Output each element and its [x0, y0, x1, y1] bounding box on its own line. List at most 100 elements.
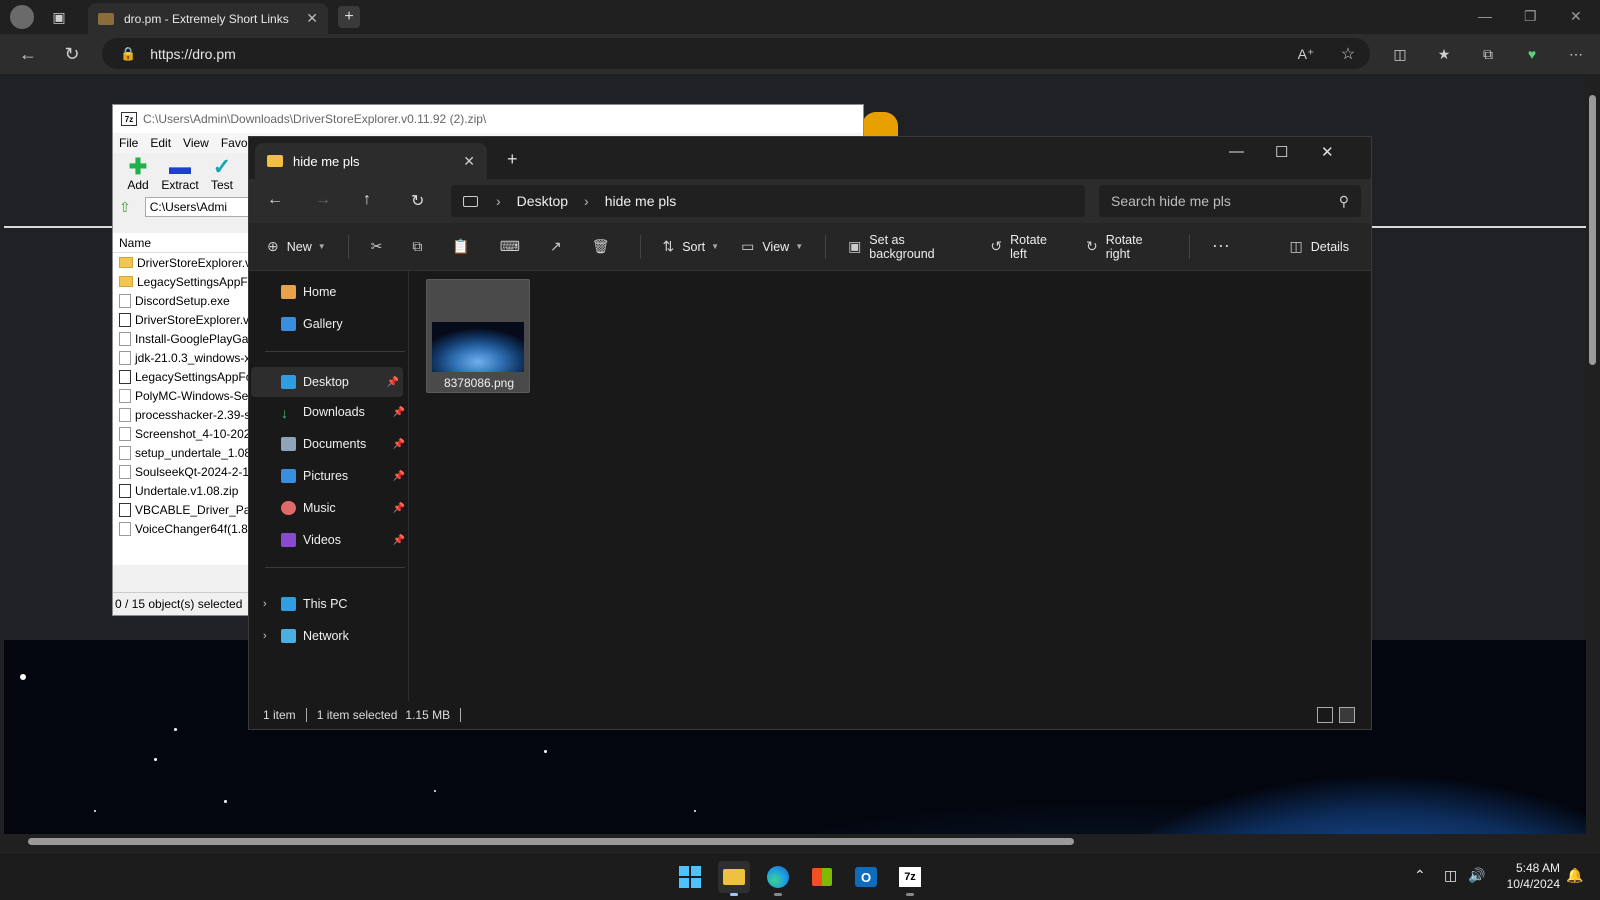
sidebar-item-downloads[interactable]: ↓ Downloads 📌 — [281, 405, 405, 421]
back-icon[interactable]: ← — [16, 42, 40, 66]
breadcrumb[interactable]: › Desktop › hide me pls — [451, 185, 1085, 217]
more-options-button[interactable]: ⋯ — [1212, 236, 1238, 257]
extract-button[interactable]: ▬ Extract — [159, 153, 201, 195]
sidebar-item-documents[interactable]: Documents 📌 — [281, 437, 405, 451]
file-item[interactable]: 8378086.png — [426, 279, 530, 393]
start-button[interactable] — [674, 861, 706, 893]
expand-chevron-icon[interactable]: › — [263, 598, 267, 610]
menu-view[interactable]: View — [183, 136, 209, 150]
sort-button[interactable]: ⇅ Sort ▼ — [662, 238, 719, 255]
search-input[interactable]: Search hide me pls ⚲ — [1099, 185, 1361, 217]
new-tab-button[interactable]: + — [507, 149, 518, 170]
new-button[interactable]: ⊕ New ▼ — [267, 238, 326, 255]
share-button[interactable]: ↗ — [550, 238, 570, 255]
refresh-icon[interactable]: ↻ — [60, 42, 84, 66]
outlook-taskbar-button[interactable]: O — [850, 861, 882, 893]
sidebar-item-pictures[interactable]: Pictures 📌 — [281, 469, 405, 483]
split-screen-icon[interactable]: ◫ — [1390, 44, 1410, 64]
sidebar-item-desktop[interactable]: Desktop 📌 — [251, 367, 403, 397]
sevenzip-title-bar[interactable]: 7z C:\Users\Admin\Downloads\DriverStoreE… — [113, 105, 863, 133]
volume-icon[interactable]: 🔊 — [1468, 867, 1485, 884]
list-item[interactable]: Screenshot_4-10-202 — [113, 424, 253, 443]
list-item[interactable]: jdk-21.0.3_windows-x — [113, 348, 253, 367]
profile-avatar[interactable] — [10, 5, 34, 29]
minimize-icon[interactable]: — — [1229, 143, 1244, 160]
read-aloud-icon[interactable]: A⁺ — [1296, 44, 1316, 64]
network-status-icon[interactable]: ◫ — [1444, 867, 1457, 884]
list-item[interactable]: setup_undertale_1.08 — [113, 443, 253, 462]
explorer-tab[interactable]: hide me pls ✕ — [255, 143, 487, 179]
new-tab-button[interactable]: + — [338, 6, 360, 28]
sevenzip-taskbar-button[interactable]: 7z — [894, 861, 926, 896]
add-button[interactable]: ✚ Add — [117, 153, 159, 195]
delete-button[interactable]: 🗑 — [592, 238, 618, 255]
list-item[interactable]: DriverStoreExplorer.v0 — [113, 253, 253, 272]
sidebar-item-this-pc[interactable]: › This PC — [263, 597, 405, 611]
list-item[interactable]: DriverStoreExplorer.v0 — [113, 310, 253, 329]
list-item[interactable]: Undertale.v1.08.zip — [113, 481, 253, 500]
back-icon[interactable]: ← — [267, 191, 283, 209]
close-tab-icon[interactable]: ✕ — [463, 153, 475, 170]
set-as-background-button[interactable]: ▣ Set as background — [848, 233, 968, 261]
pin-icon[interactable]: 📌 — [387, 377, 399, 388]
rotate-left-button[interactable]: ↺ Rotate left — [990, 233, 1064, 261]
minimize-icon[interactable]: — — [1478, 8, 1492, 24]
chevron-up-icon[interactable]: ⌃ — [1414, 867, 1426, 884]
maximize-icon[interactable]: ☐ — [1275, 143, 1288, 161]
breadcrumb-desktop[interactable]: Desktop — [517, 193, 568, 209]
paste-button[interactable]: 📋 — [452, 238, 477, 255]
copy-button[interactable]: ⧉ — [412, 238, 430, 255]
folder-up-icon[interactable]: ⇧ — [119, 199, 131, 216]
sidebar-item-home[interactable]: Home — [281, 285, 405, 299]
menu-favorites[interactable]: Favo — [221, 136, 248, 150]
list-item[interactable]: DiscordSetup.exe — [113, 291, 253, 310]
tab-actions-icon[interactable]: ▣ — [50, 8, 68, 26]
breadcrumb-current[interactable]: hide me pls — [605, 193, 677, 209]
pin-icon[interactable]: 📌 — [393, 439, 405, 450]
browser-essentials-icon[interactable]: ♥ — [1522, 44, 1542, 64]
system-clock[interactable]: 5:48 AM 10/4/2024 — [1494, 860, 1560, 892]
rename-button[interactable]: ⌨ — [500, 238, 528, 255]
list-item[interactable]: VBCABLE_Driver_Pack — [113, 500, 253, 519]
maximize-icon[interactable]: ❐ — [1524, 8, 1537, 25]
large-icons-view-icon[interactable] — [1339, 707, 1355, 723]
list-item[interactable]: PolyMC-Windows-Se — [113, 386, 253, 405]
sidebar-item-videos[interactable]: Videos 📌 — [281, 533, 405, 547]
store-taskbar-button[interactable] — [806, 861, 838, 893]
sidebar-item-network[interactable]: › Network — [263, 629, 405, 643]
pin-icon[interactable]: 📌 — [393, 471, 405, 482]
page-vertical-scroll-thumb[interactable] — [1589, 95, 1596, 365]
pin-icon[interactable]: 📌 — [393, 535, 405, 546]
menu-edit[interactable]: Edit — [150, 136, 171, 150]
sidebar-item-gallery[interactable]: Gallery — [281, 317, 405, 331]
collections-icon[interactable]: ⧉ — [1478, 44, 1498, 64]
notification-bell-icon[interactable]: 🔔 — [1566, 867, 1583, 884]
favorites-icon[interactable]: ★ — [1434, 44, 1454, 64]
address-bar[interactable]: 🔒 https://dro.pm — [102, 38, 1370, 69]
list-item[interactable]: processhacker-2.39-s — [113, 405, 253, 424]
list-item[interactable]: LegacySettingsAppFo — [113, 272, 253, 291]
browser-tab[interactable]: dro.pm - Extremely Short Links ✕ — [88, 3, 328, 34]
close-icon[interactable]: ✕ — [1321, 143, 1334, 161]
list-item[interactable]: LegacySettingsAppFo — [113, 367, 253, 386]
up-icon[interactable]: ↑ — [363, 191, 371, 209]
edge-taskbar-button[interactable] — [762, 861, 794, 896]
details-view-icon[interactable] — [1317, 707, 1333, 723]
list-item[interactable]: SoulseekQt-2024-2-1 — [113, 462, 253, 481]
view-button[interactable]: ▭ View ▼ — [741, 238, 803, 255]
more-menu-icon[interactable]: ⋯ — [1566, 44, 1586, 64]
expand-chevron-icon[interactable]: › — [263, 630, 267, 642]
test-button[interactable]: ✓ Test — [201, 153, 243, 195]
forward-icon[interactable]: → — [315, 191, 331, 209]
close-tab-icon[interactable]: ✕ — [306, 10, 318, 27]
cut-button[interactable]: ✂ — [371, 238, 391, 255]
pin-icon[interactable]: 📌 — [393, 503, 405, 514]
list-item[interactable]: VoiceChanger64f(1.87 — [113, 519, 253, 538]
rotate-right-button[interactable]: ↻ Rotate right — [1086, 233, 1167, 261]
file-explorer-taskbar-button[interactable] — [718, 861, 750, 896]
sidebar-item-music[interactable]: Music 📌 — [281, 501, 405, 515]
details-pane-button[interactable]: ◫ Details — [1290, 238, 1349, 255]
column-header-name[interactable]: Name — [113, 233, 253, 253]
menu-file[interactable]: File — [119, 136, 138, 150]
page-horizontal-scroll-thumb[interactable] — [28, 838, 1074, 845]
